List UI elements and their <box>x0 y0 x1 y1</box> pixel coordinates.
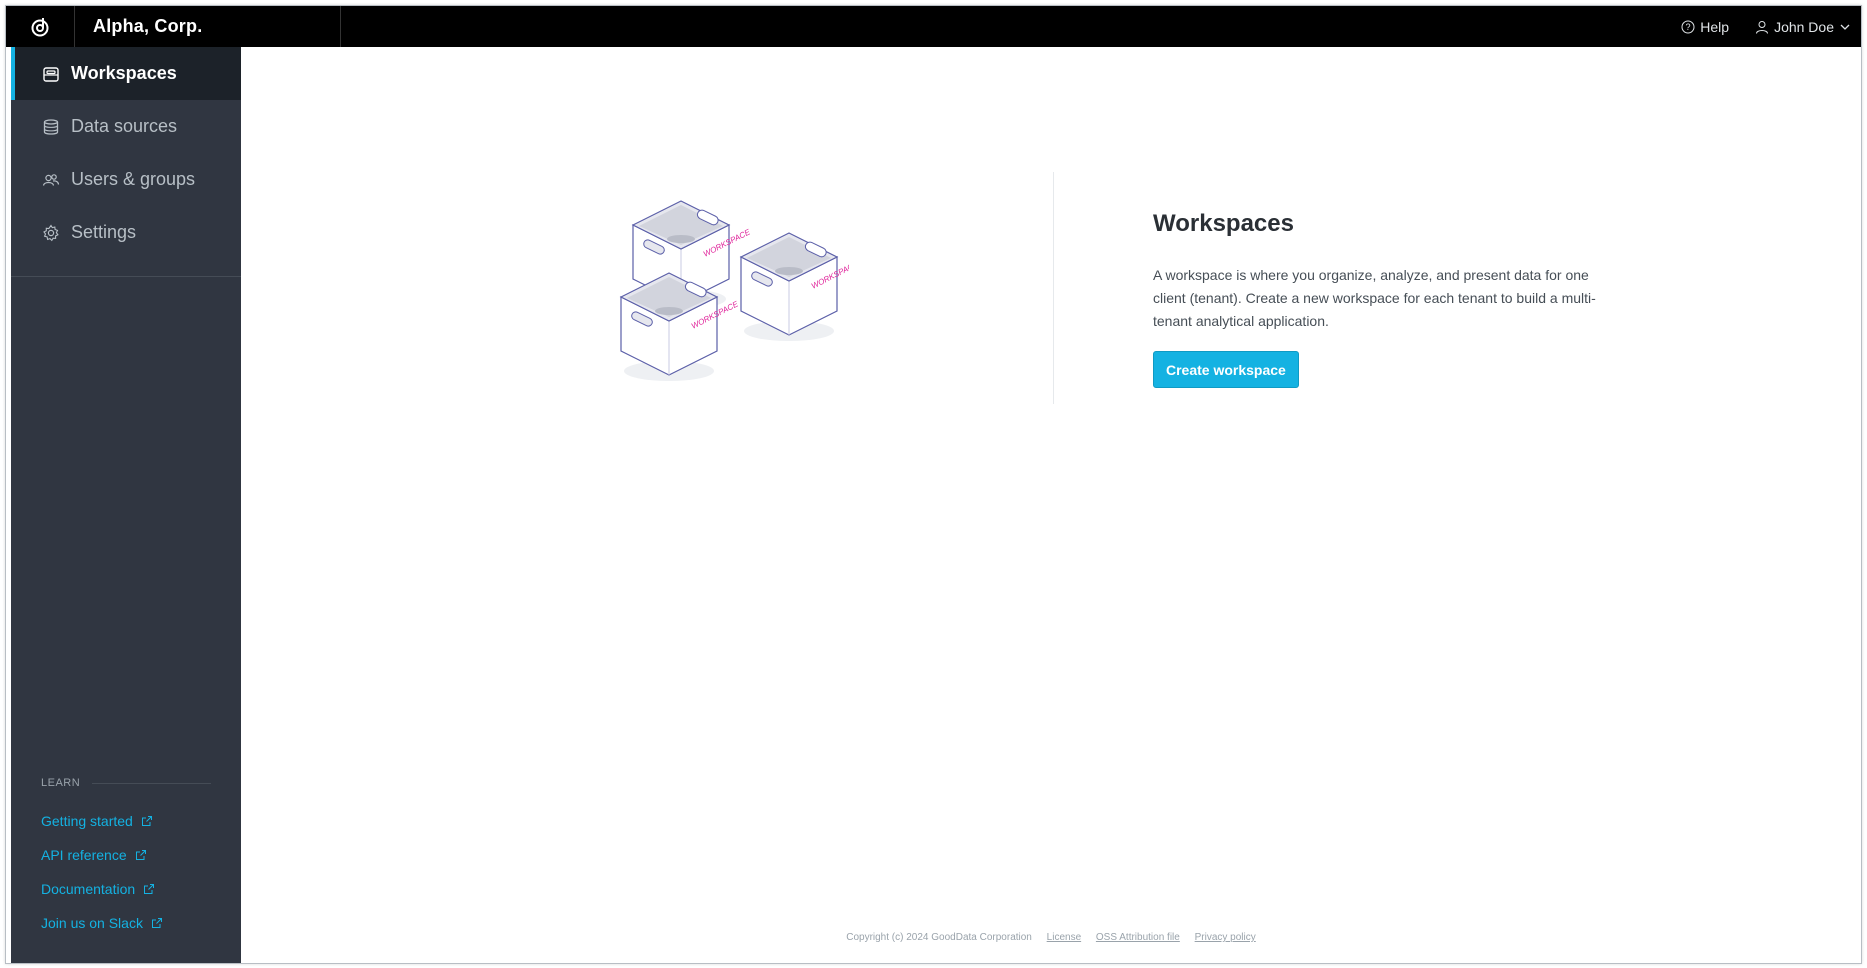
learn-link-label: Getting started <box>41 813 133 829</box>
users-icon <box>41 170 61 190</box>
sidebar-item-workspaces[interactable]: Workspaces <box>11 47 241 100</box>
learn-divider <box>92 782 211 784</box>
header-actions: ? Help John Doe <box>1681 19 1861 35</box>
oss-attribution-link[interactable]: OSS Attribution file <box>1096 932 1180 943</box>
learn-heading: LEARN <box>41 777 211 789</box>
learn-link-slack[interactable]: Join us on Slack <box>41 913 211 933</box>
sidebar-item-label: Users & groups <box>71 169 196 189</box>
learn-link-label: API reference <box>41 847 127 863</box>
sidebar-item-settings[interactable]: Settings <box>11 206 241 259</box>
logo-icon <box>31 17 49 36</box>
page-description: A workspace is where you organize, analy… <box>1153 267 1596 329</box>
sidebar-item-data-sources[interactable]: Data sources <box>11 100 241 153</box>
learn-title: LEARN <box>41 777 81 789</box>
sidebar-item-label: Workspaces <box>71 63 177 83</box>
organization-name: Alpha, Corp. <box>75 6 341 47</box>
sidebar-divider <box>11 276 241 277</box>
content-divider <box>1053 172 1054 404</box>
external-link-icon <box>144 884 155 894</box>
user-menu[interactable]: John Doe <box>1755 19 1851 35</box>
page-title: Workspaces <box>1153 210 1294 237</box>
svg-text:?: ? <box>1686 22 1691 32</box>
learn-link-documentation[interactable]: Documentation <box>41 879 211 899</box>
help-icon: ? <box>1681 20 1695 33</box>
create-workspace-button[interactable]: Create workspace <box>1153 351 1299 388</box>
help-label: Help <box>1700 18 1730 35</box>
license-link[interactable]: License <box>1047 932 1081 943</box>
learn-link-label: Documentation <box>41 881 136 897</box>
external-link-icon <box>151 918 162 928</box>
gooddata-logo[interactable] <box>6 6 75 47</box>
workspaces-illustration: WORKSPACE WORKSPACE WORKSPACE <box>619 187 860 392</box>
main-content: WORKSPACE WORKSPACE WORKSPACE Workspaces… <box>241 47 1861 963</box>
top-bar: Alpha, Corp. ? Help John Doe <box>6 6 1861 47</box>
gear-icon <box>41 223 61 243</box>
external-link-icon <box>135 850 146 860</box>
sidebar: Workspaces Data sources Users & groups S… <box>11 47 241 963</box>
learn-link-getting-started[interactable]: Getting started <box>41 811 211 831</box>
external-link-icon <box>141 816 152 826</box>
footer: Copyright (c) 2024 GoodData Corporation … <box>241 932 1861 943</box>
user-icon <box>1756 20 1769 34</box>
help-button[interactable]: ? Help <box>1681 19 1729 35</box>
learn-link-label: Join us on Slack <box>41 915 143 931</box>
workspaces-icon <box>41 64 61 84</box>
chevron-down-icon <box>1840 24 1850 30</box>
copyright-text: Copyright (c) 2024 GoodData Corporation <box>846 932 1032 943</box>
database-icon <box>41 117 61 137</box>
learn-section: LEARN Getting started API reference Docu… <box>41 777 211 933</box>
user-name: John Doe <box>1774 18 1834 35</box>
app-window: Alpha, Corp. ? Help John Doe Workspaces … <box>5 5 1862 964</box>
sidebar-item-label: Settings <box>71 222 137 242</box>
sidebar-item-label: Data sources <box>71 116 178 136</box>
learn-link-api-reference[interactable]: API reference <box>41 845 211 865</box>
privacy-policy-link[interactable]: Privacy policy <box>1195 932 1256 943</box>
sidebar-item-users-groups[interactable]: Users & groups <box>11 153 241 206</box>
empty-state: Workspaces A workspace is where you orga… <box>1153 210 1603 388</box>
